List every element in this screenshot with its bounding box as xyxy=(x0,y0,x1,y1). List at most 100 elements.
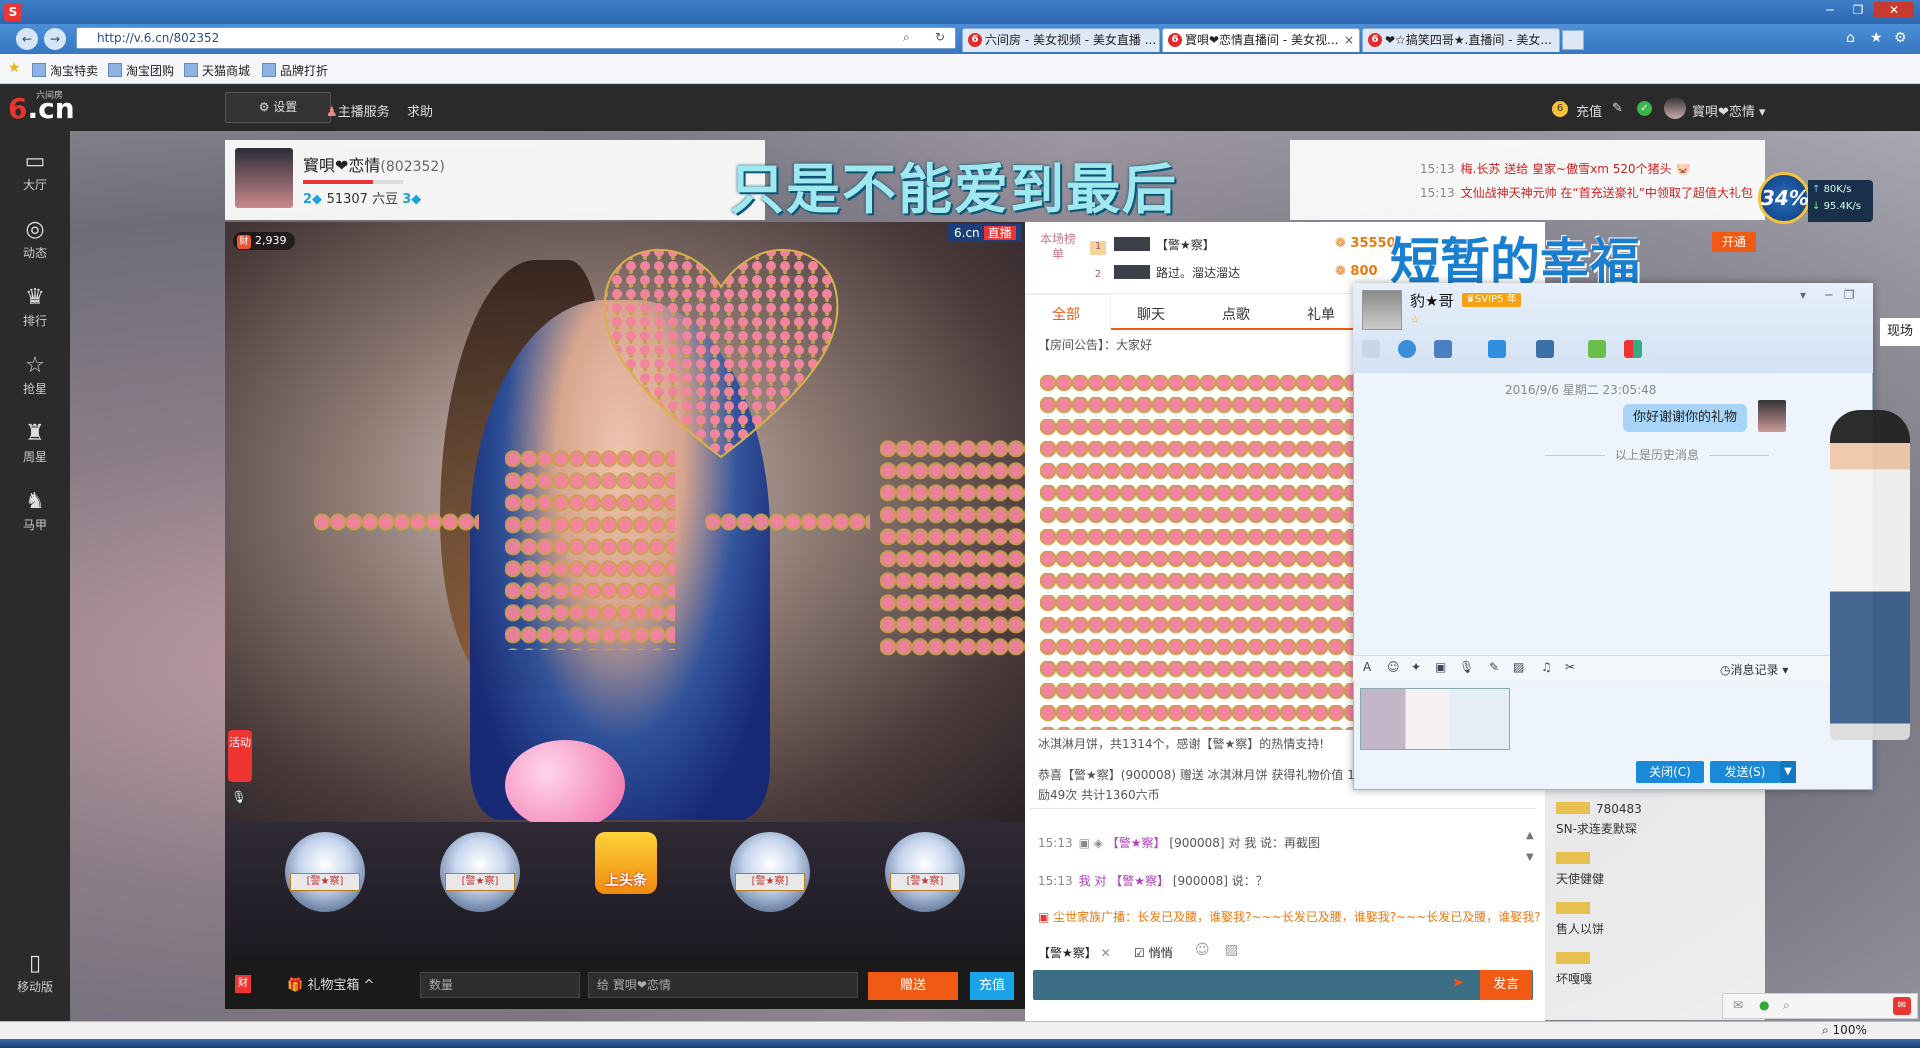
flyscreen-icon[interactable]: ➤ xyxy=(1452,975,1464,991)
user-avatar[interactable] xyxy=(1664,97,1686,119)
tab-giftlist[interactable]: 礼单 xyxy=(1307,304,1335,324)
ranking-row[interactable]: 1 【警★察】 xyxy=(1090,236,1215,255)
speak-button[interactable]: 发言 xyxy=(1480,970,1532,1000)
headline-button[interactable]: 上头条 xyxy=(595,832,657,894)
magic-icon[interactable]: ✦ xyxy=(1411,660,1421,674)
edit-icon[interactable]: ✎ xyxy=(1612,101,1623,116)
qq-contact-avatar[interactable] xyxy=(1362,290,1402,330)
favorite-star-icon[interactable]: ★ xyxy=(1870,30,1883,46)
forward-icon[interactable]: → xyxy=(44,28,66,50)
voice-call-icon[interactable] xyxy=(1362,340,1380,358)
treasure-box-button[interactable]: 🎁 礼物宝箱 ^ xyxy=(287,974,374,993)
doodle-icon[interactable]: ✎ xyxy=(1489,660,1499,674)
help-link[interactable]: 求助 xyxy=(407,101,433,120)
leftnav-item-star[interactable]: ☆ 抢星 xyxy=(0,353,70,397)
leftnav-item-mobile[interactable]: ▯ 移动版 xyxy=(0,951,70,995)
open-button[interactable]: 开通 xyxy=(1712,232,1756,252)
chat-target[interactable]: 【警★察】 ✕ xyxy=(1038,944,1111,961)
shield-icon[interactable]: ● xyxy=(1759,998,1769,1012)
apps-icon[interactable] xyxy=(1624,340,1642,358)
leftnav-item-weekstar[interactable]: ♜ 周星 xyxy=(0,421,70,465)
back-icon[interactable]: ← xyxy=(16,28,38,50)
seat-avatar[interactable] xyxy=(440,832,520,912)
gift-recipient-select[interactable]: 给 寳唄❤恋情 xyxy=(588,972,858,998)
seat-avatar[interactable] xyxy=(730,832,810,912)
bookmark-item[interactable]: 淘宝特卖 xyxy=(32,62,98,79)
activity-tab[interactable]: 活动 xyxy=(228,730,252,782)
feed-line: 15:13 文仙战神天神元帅 在“首充送豪礼”中领取了超值大礼包 xyxy=(1420,186,1753,200)
maximize-icon[interactable]: ❐ xyxy=(1846,2,1870,18)
ranking-label[interactable]: 本场榜单 xyxy=(1040,232,1076,262)
user-list-item[interactable]: 售人以饼 xyxy=(1556,920,1604,937)
minimize-icon[interactable]: ─ xyxy=(1818,2,1842,18)
site-logo[interactable]: 6.cn 六间房 xyxy=(8,91,75,125)
remote-desktop-icon[interactable] xyxy=(1434,340,1452,358)
bookmark-item[interactable]: 品牌打折 xyxy=(262,62,328,79)
user-name-menu[interactable]: 寳唄❤恋情 ▾ xyxy=(1692,101,1766,120)
message-record-button[interactable]: ◷消息记录 ▾ xyxy=(1720,661,1788,678)
user-list-item[interactable]: 780483 xyxy=(1556,802,1642,816)
picture-icon[interactable]: ▨ xyxy=(1513,660,1524,674)
emoji-icon[interactable]: ☺ xyxy=(1195,942,1210,958)
user-list-item[interactable]: 天使健健 xyxy=(1556,870,1604,887)
qq-window-controls[interactable]: ▾ ─ ❐ xyxy=(1800,288,1855,302)
tab-1[interactable]: 6 六间房 - 美女视频 - 美女直播 ... xyxy=(962,28,1160,52)
zoom-level[interactable]: ⌕ 100% xyxy=(1822,1023,1867,1038)
tab-2[interactable]: 6 寳唄❤恋情直播间 - 美女视... × xyxy=(1162,28,1360,52)
mail-icon[interactable]: ✉ xyxy=(1733,998,1743,1012)
gift-quantity-input[interactable]: 数量 xyxy=(420,972,580,998)
bookmark-item[interactable]: 天猫商城 xyxy=(184,62,250,79)
bookmark-item[interactable]: 淘宝团购 xyxy=(108,62,174,79)
network-speed-ball[interactable]: 34% xyxy=(1758,172,1810,224)
screen-share-icon[interactable] xyxy=(1536,340,1554,358)
settings-button[interactable]: ⚙ 设置 xyxy=(225,92,331,123)
recharge-link[interactable]: 充值 xyxy=(1576,101,1602,120)
zoom-icon[interactable]: ⌕ xyxy=(1783,998,1790,1013)
send-gift-button[interactable]: 赠送 xyxy=(868,972,958,1000)
leftnav-item-dynamic[interactable]: ◎ 动态 xyxy=(0,217,70,261)
user-list-item[interactable]: SN-求连麦默琛 xyxy=(1556,820,1637,837)
shake-icon[interactable]: ▣ xyxy=(1435,660,1446,674)
tab-chat[interactable]: 聊天 xyxy=(1137,304,1165,324)
tab-song[interactable]: 点歌 xyxy=(1222,304,1250,324)
xianchang-tab[interactable]: 现场 xyxy=(1880,318,1920,346)
anchor-service-link[interactable]: ♟主播服务 xyxy=(326,101,390,120)
tab-all[interactable]: 全部 xyxy=(1052,304,1080,324)
music-icon[interactable]: ♫ xyxy=(1541,660,1552,674)
file-transfer-icon[interactable] xyxy=(1488,340,1506,358)
font-icon[interactable]: A xyxy=(1363,660,1371,674)
leftnav-item-rank[interactable]: ♛ 排行 xyxy=(0,285,70,329)
anchor-avatar[interactable] xyxy=(235,148,293,208)
seat-avatar[interactable] xyxy=(885,832,965,912)
search-icon[interactable]: ⌕ xyxy=(903,30,910,45)
leftnav-item-vest[interactable]: ♞ 马甲 xyxy=(0,489,70,533)
qq-send-options-icon[interactable]: ▼ xyxy=(1780,761,1796,783)
image-icon[interactable]: ▨ xyxy=(1225,942,1238,958)
chat-scrollbar[interactable]: ▲ ▼ xyxy=(1526,830,1536,890)
clear-target-icon[interactable]: ✕ xyxy=(1101,946,1111,960)
emoji-icon[interactable]: ☺ xyxy=(1387,660,1400,674)
ranking-row[interactable]: 2 路过。溜达溜达 xyxy=(1090,264,1240,283)
whisper-checkbox[interactable]: ☑ 悄悄 xyxy=(1134,944,1173,961)
refresh-icon[interactable]: ↻ xyxy=(935,30,945,44)
home-icon[interactable]: ⌂ xyxy=(1846,30,1855,46)
qq-send-button[interactable]: 发送(S) xyxy=(1710,761,1780,783)
seat-avatar[interactable] xyxy=(285,832,365,912)
leftnav-item-hall[interactable]: ▭ 大厅 xyxy=(0,149,70,193)
qq-pasted-screenshot[interactable] xyxy=(1360,688,1510,750)
chat-bubble-icon[interactable]: ✉ xyxy=(1893,997,1911,1015)
new-tab-button[interactable] xyxy=(1562,30,1584,50)
tab-3[interactable]: 6 ❤☆搞笑四哥★.直播间 - 美女... xyxy=(1362,28,1560,52)
create-group-icon[interactable] xyxy=(1588,340,1606,358)
video-call-icon[interactable] xyxy=(1398,340,1416,358)
close-window-icon[interactable]: ✕ xyxy=(1874,2,1914,18)
user-list-item[interactable]: 坏嘎嘎 xyxy=(1556,970,1592,987)
qq-close-button[interactable]: 关闭(C) xyxy=(1636,761,1704,783)
recharge-button[interactable]: 充值 xyxy=(970,972,1014,1000)
close-tab-icon[interactable]: × xyxy=(1344,29,1354,51)
address-bar[interactable]: http://v.6.cn/802352 xyxy=(76,27,956,49)
microphone-icon[interactable]: 🎙 xyxy=(230,790,248,812)
voice-message-icon[interactable]: 🎙 xyxy=(1459,660,1474,674)
screenshot-scissors-icon[interactable]: ✂ xyxy=(1565,660,1575,674)
settings-gear-icon[interactable]: ⚙ xyxy=(1894,30,1907,46)
